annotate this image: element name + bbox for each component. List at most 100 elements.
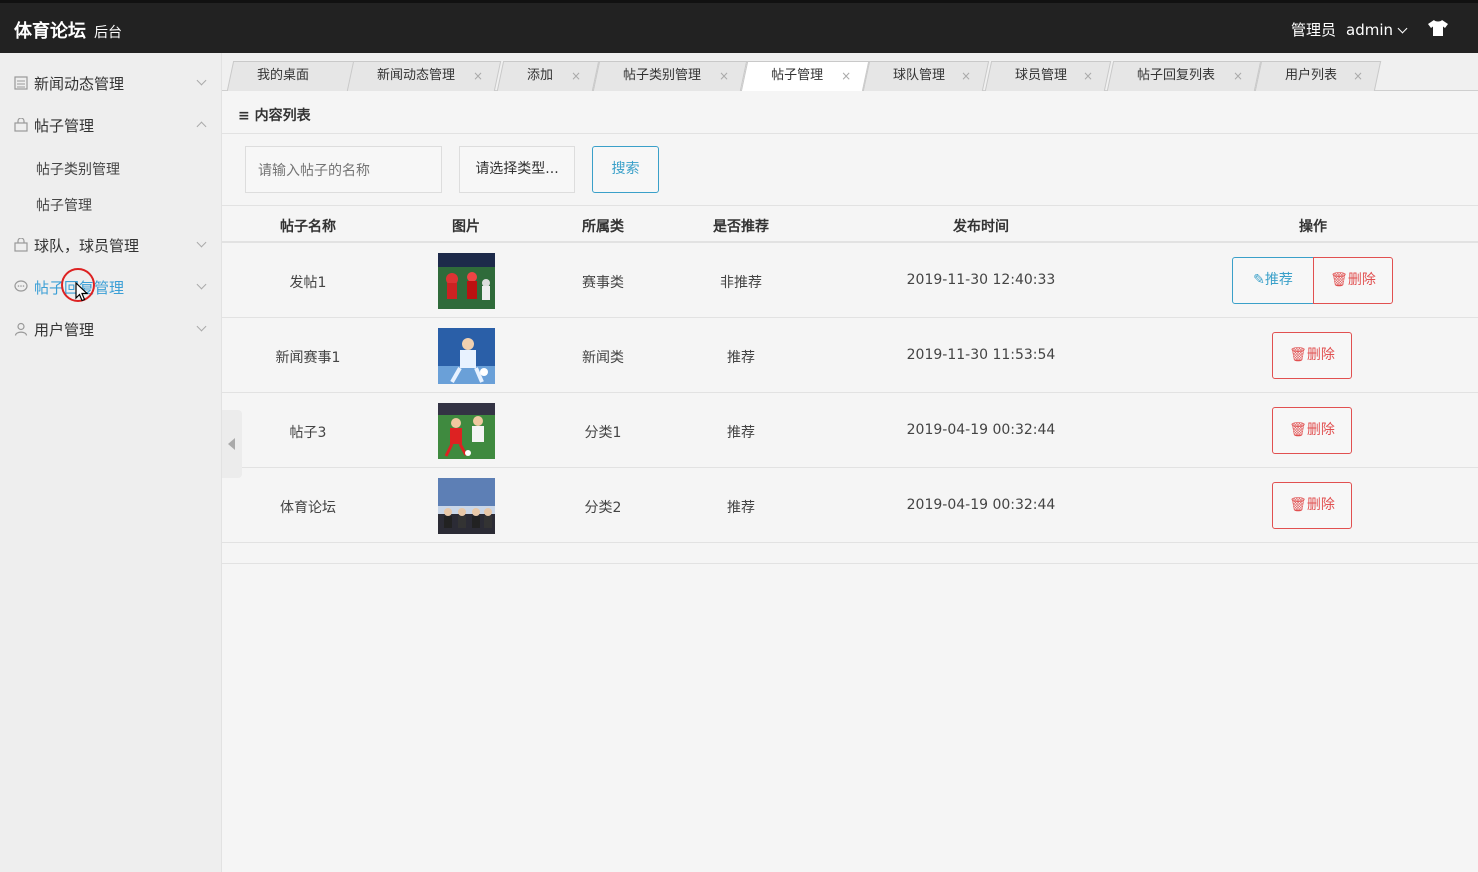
sidebar-subitem-post-category[interactable]: 帖子类别管理 — [36, 159, 120, 179]
delete-label: 删除 — [1347, 272, 1376, 288]
trash-icon: 🗑 — [1330, 272, 1348, 288]
chevron-up-icon — [196, 121, 207, 132]
post-recommended: 推荐 — [727, 350, 755, 366]
recommend-label: 推荐 — [1264, 272, 1293, 288]
chevron-left-icon — [228, 438, 235, 450]
post-name: 帖子3 — [289, 425, 327, 441]
close-icon[interactable]: × — [719, 62, 729, 90]
column-header-actions: 操作 — [1299, 219, 1327, 235]
tab-reply-list[interactable]: 帖子回复列表 × — [1106, 61, 1262, 91]
tab-label: 添加 — [527, 68, 554, 83]
delete-button[interactable]: 🗑删除 — [1313, 257, 1393, 304]
tab-add[interactable]: 添加 × — [496, 61, 600, 91]
tab-post-category[interactable]: 帖子类别管理 × — [592, 61, 748, 91]
section-title-text: 内容列表 — [254, 108, 311, 124]
tabs-bar: 我的桌面 新闻动态管理 × 添加 × 帖子类别管理 × 帖子管理 × 球队管理 × 球员管… — [222, 53, 1478, 92]
sidebar-item-teams[interactable]: 球队，球员管理 — [14, 234, 209, 256]
mouse-cursor-icon — [75, 282, 89, 302]
sidebar-item-news[interactable]: 新闻动态管理 — [14, 72, 209, 94]
chevron-down-icon — [1397, 23, 1408, 34]
tab-label: 帖子管理 — [771, 68, 824, 83]
search-input[interactable] — [245, 146, 442, 193]
tab-team-manage[interactable]: 球队管理 × — [862, 61, 990, 91]
sidebar-collapse-handle[interactable] — [222, 410, 242, 478]
logo-subtitle: 后台 — [94, 25, 122, 41]
user-name: admin — [1346, 21, 1393, 39]
user-icon — [14, 322, 28, 336]
close-icon[interactable]: × — [473, 62, 483, 90]
delete-button[interactable]: 🗑删除 — [1272, 407, 1352, 454]
post-thumbnail[interactable] — [438, 403, 495, 459]
tab-label: 我的桌面 — [257, 68, 310, 83]
user-role: 管理员 — [1290, 21, 1336, 39]
column-header-category: 所属类 — [582, 219, 624, 235]
post-time: 2019-04-19 00:32:44 — [906, 422, 1056, 438]
table-row: 新闻赛事1 新闻类 推荐 2019-11-30 11:53:54 🗑删除 — [222, 318, 1478, 393]
column-header-time: 发布时间 — [953, 219, 1009, 235]
user-menu[interactable]: 管理员 admin — [1290, 19, 1408, 40]
sidebar-item-replies[interactable]: 帖子回复管理 — [14, 276, 209, 298]
tab-label: 新闻动态管理 — [377, 68, 456, 83]
close-icon[interactable]: × — [1233, 62, 1243, 90]
delete-button[interactable]: 🗑删除 — [1272, 482, 1352, 529]
shirt-icon[interactable] — [1428, 20, 1448, 36]
tab-user-list[interactable]: 用户列表 × — [1254, 61, 1382, 91]
post-name: 新闻赛事1 — [275, 350, 341, 366]
tab-label: 球员管理 — [1015, 68, 1068, 83]
bag-icon — [14, 238, 28, 252]
delete-label: 删除 — [1306, 422, 1335, 438]
close-icon[interactable]: × — [571, 62, 581, 90]
close-icon[interactable]: × — [1083, 62, 1093, 90]
delete-label: 删除 — [1306, 497, 1335, 513]
tab-news-manage[interactable]: 新闻动态管理 × — [346, 61, 502, 91]
sidebar-item-label: 新闻动态管理 — [34, 74, 125, 93]
list-icon — [14, 76, 28, 90]
recommend-button[interactable]: ✎推荐 — [1232, 257, 1314, 304]
table-row: 帖子3 分类1 推荐 2019-04-19 00:32:44 🗑删除 — [222, 393, 1478, 468]
sidebar-item-label: 球队，球员管理 — [34, 236, 140, 255]
trash-icon: 🗑 — [1289, 497, 1307, 513]
delete-button[interactable]: 🗑删除 — [1272, 332, 1352, 379]
post-thumbnail[interactable] — [438, 253, 495, 309]
chevron-down-icon — [196, 75, 207, 86]
post-category: 新闻类 — [582, 350, 624, 366]
column-header-image: 图片 — [452, 219, 480, 235]
post-recommended: 非推荐 — [720, 275, 762, 291]
column-header-name: 帖子名称 — [280, 219, 336, 235]
search-button[interactable]: 搜索 — [592, 146, 659, 193]
trash-icon: 🗑 — [1289, 422, 1307, 438]
table-header: 帖子名称 图片 所属类 是否推荐 发布时间 操作 — [222, 205, 1478, 243]
post-category: 分类2 — [584, 500, 622, 516]
table-row: 体育论坛 分类2 推荐 2019-04-19 00:32:44 🗑删除 — [222, 468, 1478, 543]
app-logo[interactable]: 体育论坛 后台 — [14, 17, 122, 43]
divider — [222, 563, 1478, 564]
menu-icon: ≡ — [238, 108, 255, 124]
sidebar-item-label: 帖子管理 — [34, 116, 95, 135]
post-thumbnail[interactable] — [438, 478, 495, 534]
comment-icon — [14, 280, 28, 292]
tab-label: 用户列表 — [1285, 68, 1338, 83]
post-time: 2019-11-30 11:53:54 — [906, 347, 1056, 363]
divider — [222, 133, 1478, 134]
tab-label: 帖子类别管理 — [623, 68, 702, 83]
sidebar-item-users[interactable]: 用户管理 — [14, 318, 209, 340]
sidebar-item-posts[interactable]: 帖子管理 — [14, 114, 209, 136]
sidebar-subitem-post-manage[interactable]: 帖子管理 — [36, 195, 92, 215]
type-select[interactable]: 请选择类型... — [459, 146, 575, 193]
post-thumbnail[interactable] — [438, 328, 495, 384]
edit-icon: ✎ — [1253, 272, 1265, 288]
close-icon[interactable]: × — [961, 62, 971, 90]
post-name: 体育论坛 — [280, 500, 336, 516]
tab-desktop[interactable]: 我的桌面 — [226, 61, 358, 91]
post-recommended: 推荐 — [727, 425, 755, 441]
chevron-down-icon — [196, 321, 207, 332]
chevron-down-icon — [196, 237, 207, 248]
delete-label: 删除 — [1306, 347, 1335, 363]
post-recommended: 推荐 — [727, 500, 755, 516]
tab-post-manage[interactable]: 帖子管理 × — [740, 61, 870, 92]
close-icon[interactable]: × — [1353, 62, 1363, 90]
post-time: 2019-04-19 00:32:44 — [906, 497, 1056, 513]
close-icon[interactable]: × — [841, 62, 851, 90]
tab-player-manage[interactable]: 球员管理 × — [984, 61, 1112, 91]
bag-icon — [14, 118, 28, 132]
